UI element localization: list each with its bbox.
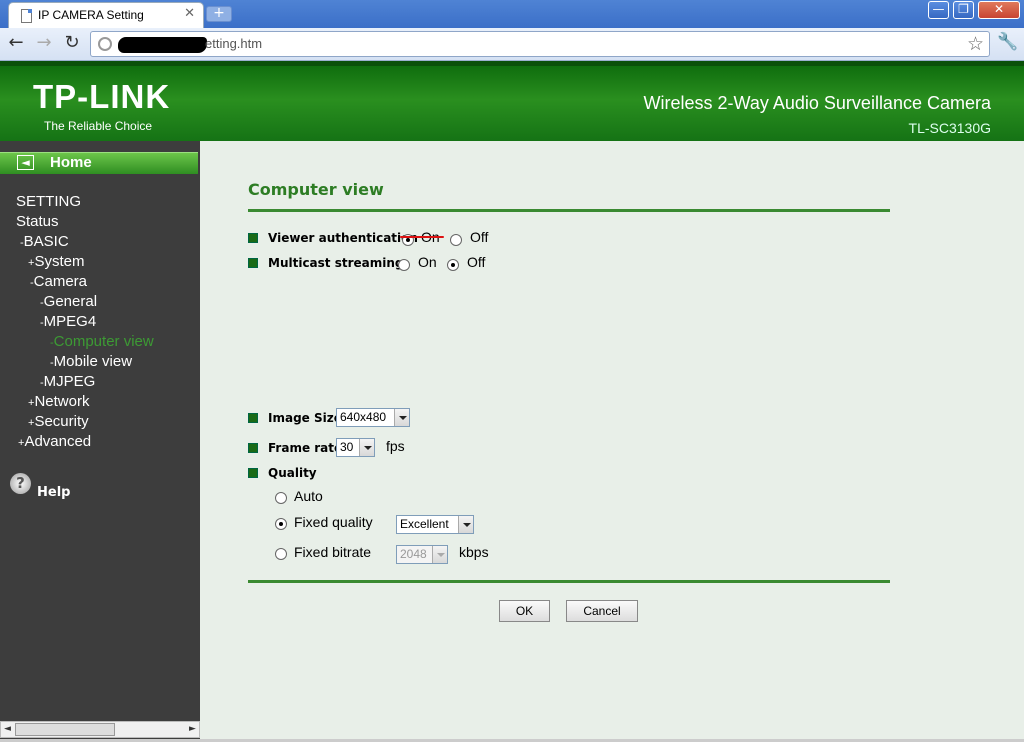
cancel-button[interactable]: Cancel [566,600,638,622]
nav-mobile-view[interactable]: -Mobile view [50,353,132,370]
home-label: Home [50,154,92,171]
bookmark-star-icon[interactable]: ☆ [967,33,984,55]
fixed-quality-select[interactable]: Excellent [396,515,474,534]
quality-auto-label: Auto [294,488,323,504]
nav-status[interactable]: Status [16,213,59,230]
help-link[interactable]: Help [37,485,70,500]
nav-advanced[interactable]: +Advanced [18,433,91,450]
scroll-thumb[interactable] [15,723,115,736]
chevron-down-icon[interactable] [359,439,374,456]
fixed-bitrate-label: Fixed bitrate [294,544,372,560]
frame-rate-select[interactable]: 30 [336,438,375,457]
nav-mpeg4[interactable]: -MPEG4 [40,313,96,330]
image-size-select[interactable]: 640x480 [336,408,410,427]
bullet-icon [248,468,258,478]
nav-setting: SETTING [16,193,82,210]
bullet-icon [248,233,258,243]
browser-tab[interactable]: IP CAMERA Setting ✕ [8,2,204,28]
sidebar: ◄ Home SETTING Status -BASIC +System -Ca… [0,141,200,742]
tab-close-icon[interactable]: ✕ [184,6,195,21]
fixed-bitrate-select: 2048 [396,545,448,564]
page-title: Computer view [248,180,384,199]
multicast-on-radio[interactable] [398,259,410,271]
help-icon[interactable]: ? [10,473,31,494]
nav-computer-view[interactable]: -Computer view [50,333,154,350]
scroll-right-icon[interactable]: ► [186,723,199,736]
new-tab-button[interactable]: + [206,6,232,22]
viewer-auth-off-radio[interactable] [450,234,462,246]
frame-rate-label: Frame rate [268,441,343,455]
bottom-divider [248,580,890,583]
globe-icon [98,37,112,51]
nav-mjpeg[interactable]: -MJPEG [40,373,95,390]
ok-button[interactable]: OK [499,600,550,622]
bullet-icon [248,443,258,453]
page-favicon-icon [21,9,32,23]
top-divider [248,209,890,212]
sidebar-horizontal-scrollbar[interactable]: ◄ ► [0,721,200,738]
nav-basic[interactable]: -BASIC [20,233,69,250]
product-title: Wireless 2-Way Audio Surveillance Camera [643,93,991,113]
viewer-authentication-label: Viewer authentication [268,231,418,245]
url-text: etting.htm [205,36,263,51]
page: TP-LINK The Reliable Choice Wireless 2-W… [0,61,1024,742]
redacted-url-part [118,37,207,53]
browser-titlebar: IP CAMERA Setting ✕ + — ❐ ✕ [0,0,1024,28]
viewer-auth-off-label: Off [470,229,489,245]
quality-fixed-bitrate-radio[interactable] [275,548,287,560]
reload-icon[interactable]: ↻ [60,32,84,56]
tp-link-logo: TP-LINK [33,78,171,115]
browser-toolbar: ← → ↻ etting.htm ☆ 🔧 [0,28,1024,61]
quality-auto-radio[interactable] [275,492,287,504]
tagline: The Reliable Choice [44,119,153,133]
kbps-unit: kbps [459,544,489,560]
minimize-button[interactable]: — [928,1,949,19]
wrench-menu-icon[interactable]: 🔧 [997,32,1018,52]
quality-label: Quality [268,466,317,480]
forward-arrow-icon[interactable]: → [32,32,56,56]
header-banner: TP-LINK The Reliable Choice Wireless 2-W… [0,61,1024,141]
multicast-streaming-label: Multicast streaming [268,256,404,270]
bullet-icon [248,258,258,268]
maximize-button[interactable]: ❐ [953,1,974,19]
quality-fixed-quality-radio[interactable] [275,518,287,530]
address-bar[interactable]: etting.htm ☆ [90,31,990,57]
home-link[interactable]: ◄ Home [0,152,198,174]
main-content: Computer view Viewer authentication On O… [200,141,1024,742]
red-underline-annotation [400,236,444,238]
tab-title: IP CAMERA Setting [38,8,144,22]
model-number: TL-SC3130G [908,120,991,136]
multicast-on-label: On [418,254,437,270]
close-window-button[interactable]: ✕ [978,1,1020,19]
back-home-icon: ◄ [17,155,34,170]
chevron-down-icon [432,546,447,563]
fixed-quality-label: Fixed quality [294,514,373,530]
nav-system[interactable]: +System [28,253,84,270]
multicast-off-label: Off [467,254,486,270]
fps-unit: fps [386,438,405,454]
nav-general[interactable]: -General [40,293,97,310]
back-arrow-icon[interactable]: ← [4,32,28,56]
chevron-down-icon[interactable] [458,516,473,533]
scroll-left-icon[interactable]: ◄ [1,723,14,736]
nav-security[interactable]: +Security [28,413,89,430]
image-size-label: Image Size [268,411,342,425]
bullet-icon [248,413,258,423]
nav-camera[interactable]: -Camera [30,273,87,290]
nav-network[interactable]: +Network [28,393,89,410]
multicast-off-radio[interactable] [447,259,459,271]
chevron-down-icon[interactable] [394,409,409,426]
